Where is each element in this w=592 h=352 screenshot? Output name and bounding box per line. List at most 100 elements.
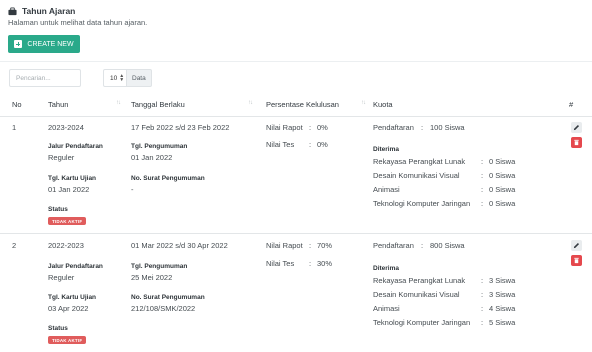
kartu-ujian-value: 01 Jan 2022 [48,185,90,194]
pengumuman-label: Tgl. Pengumuman [131,143,188,150]
diterima-jurusan: Teknologi Komputer Jaringan [373,199,471,208]
pendaftaran-separator: : [421,241,424,250]
plus-square-icon [14,40,23,48]
diterima-jurusan: Desain Komunikasi Visual [373,171,460,180]
page-title: Tahun Ajaran [22,6,76,16]
table-header-divider [0,116,592,117]
sort-icon[interactable]: ↑↓ [116,100,121,106]
tahun-value: 2022-2023 [48,241,84,250]
diterima-jumlah: 0 Siswa [489,185,516,194]
delete-button[interactable] [571,255,582,266]
nilai-rapot-value: 0% [317,123,328,132]
nilai-rapot-separator: : [309,123,312,132]
diterima-jumlah: 0 Siswa [489,157,516,166]
pengumuman-value: 25 Mei 2022 [131,273,173,282]
row-divider [0,233,592,234]
page-size-select[interactable]: 10 ▲ ▼ Data [103,69,152,87]
page-subtitle: Halaman untuk melihat data tahun ajaran. [8,18,148,27]
diterima-separator: : [481,199,484,208]
diterima-jumlah: 5 Siswa [489,318,516,327]
nilai-rapot-value: 70% [317,241,333,250]
trash-icon [574,139,579,146]
sort-icon[interactable]: ↑↓ [248,100,253,106]
diterima-separator: : [481,185,484,194]
diterima-label: Diterima [373,146,400,153]
diterima-separator: : [481,276,484,285]
column-header-actions: # [569,100,574,109]
nilai-tes-value: 0% [317,140,328,149]
pendaftaran-value: 100 Siswa [430,123,465,132]
jalur-value: Reguler [48,273,75,282]
diterima-separator: : [481,304,484,313]
kartu-ujian-value: 03 Apr 2022 [48,304,89,313]
tahun-value: 2023-2024 [48,123,84,132]
page-size-value: 10 [110,74,118,82]
pengumuman-value: 01 Jan 2022 [131,153,173,162]
nilai-tes-label: Nilai Tes [266,140,295,149]
nilai-rapot-label: Nilai Rapot [266,123,303,132]
page-size-dropdown[interactable]: 10 ▲ ▼ [103,69,127,87]
pendaftaran-label: Pendaftaran [373,123,414,132]
column-header-persentase[interactable]: Persentase Kelulusan [266,100,339,109]
column-header-tahun[interactable]: Tahun [48,100,68,109]
pendaftaran-separator: : [421,123,424,132]
create-new-label: CREATE NEW [27,40,74,48]
diterima-jurusan: Animasi [373,185,400,194]
diterima-jumlah: 0 Siswa [489,171,516,180]
surat-label: No. Surat Pengumuman [131,175,205,182]
pencil-icon [573,124,580,131]
kartu-ujian-label: Tgl. Kartu Ujian [48,175,97,182]
page-header: Tahun Ajaran [8,6,75,16]
diterima-separator: : [481,318,484,327]
nilai-tes-separator: : [309,140,312,149]
trash-icon [574,257,579,264]
divider [0,61,592,62]
column-header-tanggal[interactable]: Tanggal Berlaku [131,100,185,109]
nilai-tes-value: 30% [317,259,333,268]
sort-arrows-icon: ▲ ▼ [119,73,125,83]
pendaftaran-value: 800 Siswa [430,241,465,250]
row-number: 1 [12,123,17,132]
jalur-label: Jalur Pendaftaran [48,263,103,270]
sort-icon[interactable]: ↑↓ [361,100,366,106]
diterima-separator: : [481,290,484,299]
tanggal-berlaku-value: 01 Mar 2022 s/d 30 Apr 2022 [131,241,228,250]
nilai-rapot-separator: : [309,241,312,250]
diterima-jurusan: Rekayasa Perangkat Lunak [373,276,466,285]
edit-button[interactable] [571,122,582,133]
status-label: Status [48,325,68,332]
diterima-label: Diterima [373,265,400,272]
diterima-jumlah: 3 Siswa [489,290,516,299]
pendaftaran-label: Pendaftaran [373,241,414,250]
surat-value: 212/108/SMK/2022 [131,304,196,313]
diterima-jurusan: Teknologi Komputer Jaringan [373,318,471,327]
nilai-tes-separator: : [309,259,312,268]
nilai-tes-label: Nilai Tes [266,259,295,268]
search-input[interactable] [9,69,81,87]
pengumuman-label: Tgl. Pengumuman [131,263,188,270]
diterima-jumlah: 0 Siswa [489,199,516,208]
create-new-button[interactable]: CREATE NEW [8,35,80,53]
surat-label: No. Surat Pengumuman [131,294,205,301]
kartu-ujian-label: Tgl. Kartu Ujian [48,294,97,301]
status-badge: TIDAK AKTIF [48,336,87,344]
diterima-jurusan: Rekayasa Perangkat Lunak [373,157,466,166]
diterima-separator: : [481,157,484,166]
column-header-no: No [12,100,22,109]
surat-value: - [131,185,134,194]
briefcase-icon [8,6,17,15]
column-header-kuota: Kuota [373,100,393,109]
nilai-rapot-label: Nilai Rapot [266,241,303,250]
diterima-jumlah: 4 Siswa [489,304,516,313]
tanggal-berlaku-value: 17 Feb 2022 s/d 23 Feb 2022 [131,123,230,132]
delete-button[interactable] [571,137,582,148]
jalur-label: Jalur Pendaftaran [48,143,103,150]
status-label: Status [48,206,68,213]
pencil-icon [573,242,580,249]
jalur-value: Reguler [48,153,75,162]
diterima-jurusan: Animasi [373,304,400,313]
status-badge: TIDAK AKTIF [48,217,87,225]
page-size-suffix: Data [127,69,152,87]
diterima-jurusan: Desain Komunikasi Visual [373,290,460,299]
edit-button[interactable] [571,240,582,251]
